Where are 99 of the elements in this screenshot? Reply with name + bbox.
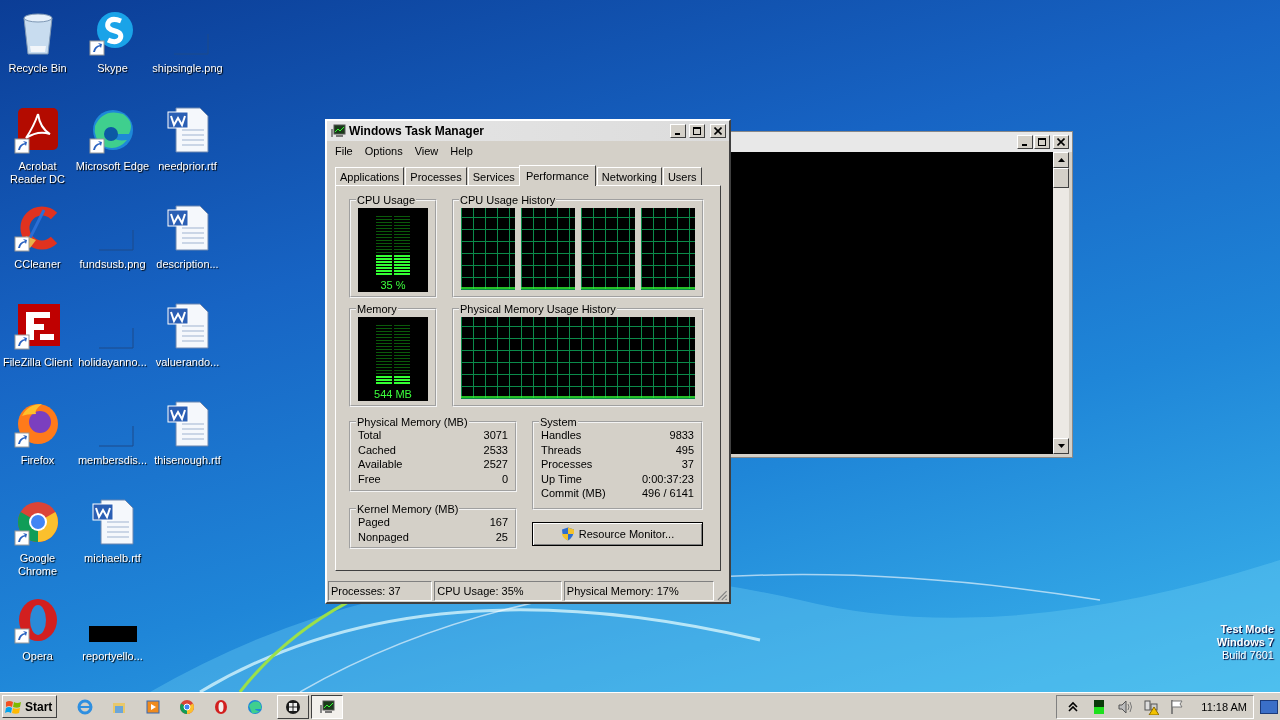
menu-item[interactable]: Help [444,144,479,157]
stat-label: Threads [541,442,582,457]
windows-logo-icon [285,698,302,715]
icon-label: shipsingle.png [152,62,223,75]
tab[interactable]: Processes [405,167,467,185]
stat-label: Available [358,457,403,472]
group-title: CPU Usage History [459,194,557,206]
maximize-icon [1038,138,1046,146]
maximize-button[interactable] [689,124,705,138]
group-title: Memory [356,303,398,315]
stat-value: 2527 [483,457,508,472]
stat-label: Cached [358,442,396,457]
tab[interactable]: Applications [335,167,405,185]
resize-grip-icon[interactable] [716,589,728,601]
stat-label: Total [358,428,382,443]
tab[interactable]: Performance [518,165,596,186]
app-icon [330,123,346,139]
icon-label: membersdis... [77,454,148,467]
menu-item[interactable]: View [408,144,445,157]
stat-value: 3071 [483,428,508,443]
monitor-icon[interactable] [1260,699,1278,714]
icon-label: CCleaner [14,258,61,271]
minimize-button[interactable] [1017,135,1033,149]
down-arrow-icon [1057,444,1065,448]
icon-label: Firefox [20,454,55,467]
stat-label: Handles [541,428,582,443]
start-button[interactable]: Start [2,695,58,718]
stat-label: Paged [358,515,390,530]
stat-label: Nonpaged [358,529,409,544]
minimize-button[interactable] [670,124,686,138]
menu-item[interactable]: File [329,144,359,157]
windows-flag-icon [5,698,23,715]
stat-value: 37 [681,457,694,472]
icon-label: holidayanno... [78,356,147,369]
icon-label: Google Chrome [16,552,59,578]
icon-label: Opera [22,650,53,663]
icon-label: needprior.rtf [158,160,217,173]
icon-label: valuerando... [155,356,220,369]
network-warning-icon[interactable] [1143,698,1160,715]
stat-value: 9833 [669,428,694,443]
up-arrow-icon [1057,158,1065,162]
meter-reading: 544 MB [374,388,412,400]
stat-value: 167 [489,515,508,530]
shield-icon [560,527,575,541]
stat-label: Commit (MB) [541,486,606,501]
close-icon [714,127,722,135]
menu-item[interactable]: Options [358,144,409,157]
speaker-icon[interactable] [1117,698,1134,715]
tab[interactable]: Networking [596,167,662,185]
status-text: Processes: 37 [328,581,433,601]
close-button[interactable] [1053,135,1069,149]
group-title: Kernel Memory (MB) [356,503,460,515]
stat-value: 0:00:37:23 [642,471,694,486]
tab[interactable]: Services [467,167,520,185]
status-text: CPU Usage: 35% [434,581,562,601]
meter-reading: 35 % [380,279,406,291]
task-button[interactable] [311,694,344,719]
icon-label: Acrobat Reader DC [9,160,66,186]
maximize-button[interactable] [1034,135,1050,149]
icon-label: Recycle Bin [8,62,67,75]
notice-text: Test Mode [1220,623,1274,636]
icon-label: michaelb.rtf [84,552,141,565]
stat-value: 495 [675,442,694,457]
resource-monitor-button[interactable]: Resource Monitor... [532,522,703,546]
launch-icon[interactable] [145,698,162,715]
desktop-icon[interactable] [13,302,62,350]
maximize-icon [693,127,701,135]
group-title: Physical Memory Usage History [459,303,617,315]
stat-value: 0 [501,471,508,486]
stat-value: 2533 [483,442,508,457]
window-title: Windows Task Manager [349,124,486,138]
icon-label: Skype [97,62,128,75]
launch-icon[interactable] [179,698,196,715]
group-title: Physical Memory (MB) [356,416,469,428]
group-title: CPU Usage [356,194,417,206]
stat-value: 496 / 6141 [642,486,694,501]
tab[interactable]: Users [662,167,702,185]
monitor-graph-icon [319,698,336,715]
clock[interactable]: 11:18 AM [1201,700,1247,713]
stat-label: Up Time [541,471,582,486]
icon-label: fundsusb.png [79,258,146,271]
close-icon [1057,138,1065,146]
icon-label: description... [156,258,219,271]
stat-value: 25 [495,529,508,544]
group-title: System [539,416,578,428]
stat-label: Processes [541,457,593,472]
status-text: Physical Memory: 17% [563,581,715,601]
icon-label: reportyello... [82,650,143,663]
close-button[interactable] [710,124,726,138]
notice-text: Build 7601 [1222,649,1274,662]
icon-label: thisenough.rtf [154,454,221,467]
stat-label: Free [358,471,381,486]
scrollbar[interactable] [1053,152,1069,454]
launch-icon[interactable] [213,698,230,715]
notice-text: Windows 7 [1216,636,1274,649]
icon-label: FileZilla Client [2,356,73,369]
icon-label: Microsoft Edge [75,160,150,173]
flag-icon[interactable] [1169,698,1186,715]
scrollbar-thumb[interactable] [1053,168,1069,188]
